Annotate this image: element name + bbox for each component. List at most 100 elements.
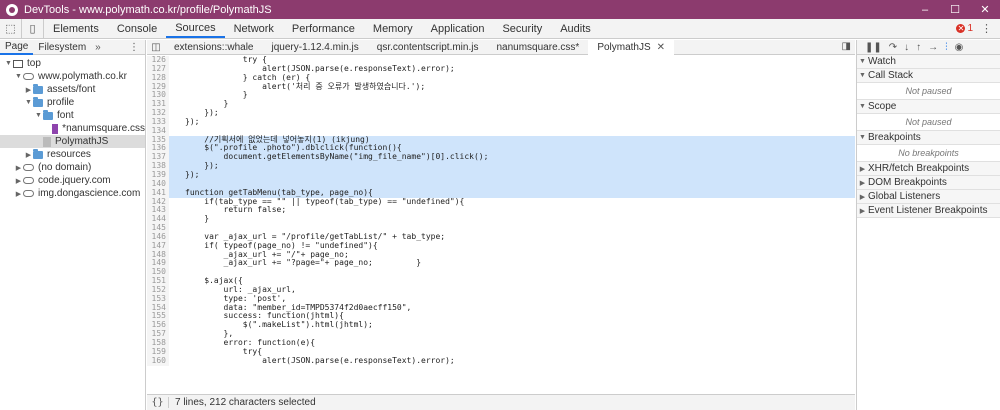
editor-tab[interactable]: jquery-1.12.4.min.js — [263, 40, 368, 55]
navigator-tab-page[interactable]: Page — [0, 40, 34, 55]
navigator-tab-filesystem[interactable]: Filesystem — [33, 40, 91, 55]
tab-console[interactable]: Console — [108, 19, 166, 38]
pretty-print-button[interactable]: {} — [147, 397, 169, 408]
device-toolbar-icon[interactable]: ▯ — [22, 19, 44, 38]
expanded-arrow-icon[interactable]: ▼ — [34, 112, 43, 119]
line-text[interactable]: }); — [169, 170, 855, 180]
section-call-stack[interactable]: ▼ Call Stack — [857, 69, 1000, 83]
tab-audits[interactable]: Audits — [551, 19, 600, 38]
section-global-listeners[interactable]: ▶ Global Listeners — [857, 190, 1000, 204]
toggle-navigator-icon[interactable]: ◫ — [147, 42, 165, 53]
collapsed-arrow-icon[interactable]: ▶ — [24, 86, 33, 94]
devtools-menu-icon[interactable]: ⋮ — [981, 22, 992, 35]
line-text[interactable]: _ajax_url += "?page="+ page_no; } — [169, 259, 855, 268]
close-button[interactable]: ✕ — [970, 0, 1000, 19]
line-text[interactable]: document.getElementsByName("img_file_nam… — [169, 152, 855, 163]
code-line[interactable]: 156 $(".makeList").html(jhtml); — [147, 320, 855, 331]
line-text[interactable] — [169, 268, 855, 277]
line-text[interactable]: }); — [169, 108, 855, 118]
code-line[interactable]: 129 alert('처리 중 오류가 발생하였습니다.'); — [147, 82, 855, 92]
step-over-icon[interactable]: ↷ — [889, 42, 897, 53]
tree-item[interactable]: ▼ top — [0, 57, 145, 70]
collapsed-arrow-icon[interactable]: ▶ — [14, 164, 23, 172]
pause-icon[interactable]: ❚❚ — [865, 42, 882, 53]
tree-item[interactable]: ▶ img.dongascience.com — [0, 187, 145, 200]
tree-item[interactable]: ▶ assets/font — [0, 83, 145, 96]
section-scope[interactable]: ▼ Scope — [857, 100, 1000, 114]
pause-on-exceptions-icon[interactable]: ◉ — [955, 42, 964, 53]
editor-tab[interactable]: qsr.contentscript.min.js — [368, 40, 488, 55]
step-out-icon[interactable]: ↑ — [916, 42, 921, 53]
editor-tab-label: jquery-1.12.4.min.js — [271, 41, 359, 53]
code-line[interactable]: 132 }); — [147, 108, 855, 118]
tab-memory[interactable]: Memory — [364, 19, 422, 38]
tree-item[interactable]: ▼ profile — [0, 96, 145, 109]
section-event-listener-breakpoints[interactable]: ▶ Event Listener Breakpoints — [857, 204, 1000, 218]
tree-item[interactable]: ▶ code.jquery.com — [0, 174, 145, 187]
code-line[interactable]: 143 return false; — [147, 205, 855, 216]
line-text[interactable]: $(".makeList").html(jhtml); — [169, 320, 855, 330]
expanded-arrow-icon[interactable]: ▼ — [4, 60, 13, 67]
line-text[interactable]: error: function(e){ — [169, 338, 855, 348]
maximize-button[interactable]: ☐ — [940, 0, 970, 19]
collapsed-arrow-icon[interactable]: ▶ — [14, 190, 23, 198]
more-tabs-icon[interactable]: » — [91, 42, 105, 53]
collapsed-arrow-icon[interactable]: ▶ — [14, 177, 23, 185]
line-text[interactable]: }); — [169, 117, 855, 127]
code-line[interactable]: 131 } — [147, 99, 855, 110]
collapsed-arrow-icon[interactable]: ▶ — [24, 151, 33, 159]
line-text[interactable]: } — [169, 99, 855, 109]
tab-elements[interactable]: Elements — [44, 19, 108, 38]
tree-item[interactable]: ▶ (no domain) — [0, 161, 145, 174]
line-text[interactable]: alert('처리 중 오류가 발생하였습니다.'); — [169, 82, 855, 92]
error-counter[interactable]: ✕ 1 — [956, 23, 973, 34]
tree-item[interactable]: PolymathJS — [0, 135, 145, 148]
editor-tab[interactable]: nanumsquare.css* — [487, 40, 588, 55]
code-line[interactable]: 160 alert(JSON.parse(e.responseText).err… — [147, 356, 855, 366]
line-number[interactable]: 160 — [147, 356, 169, 366]
tree-item[interactable]: ▶ resources — [0, 148, 145, 161]
step-icon[interactable]: → — [928, 42, 938, 53]
expanded-arrow-icon[interactable]: ▼ — [14, 73, 23, 80]
tree-item[interactable]: ▼ www.polymath.co.kr — [0, 70, 145, 83]
toggle-debugger-icon[interactable]: ◨ — [842, 41, 851, 52]
tree-item-label: img.dongascience.com — [38, 188, 141, 199]
error-count: 1 — [967, 23, 973, 34]
tree-item[interactable]: ▼ font — [0, 109, 145, 122]
section-xhr-fetch-breakpoints[interactable]: ▶ XHR/fetch Breakpoints — [857, 162, 1000, 176]
navigator-menu-icon[interactable]: ⋮ — [129, 42, 145, 53]
code-line[interactable]: 144 } — [147, 214, 855, 225]
section-breakpoints[interactable]: ▼ Breakpoints — [857, 131, 1000, 145]
tree-item[interactable]: *nanumsquare.css — [0, 122, 145, 135]
code-line[interactable]: 137 document.getElementsByName("img_file… — [147, 152, 855, 163]
code-line[interactable]: 138 }); — [147, 161, 855, 171]
close-tab-icon[interactable]: ✕ — [657, 42, 665, 53]
line-text[interactable]: } — [169, 91, 855, 100]
line-text[interactable]: }); — [169, 161, 855, 171]
line-text[interactable]: alert(JSON.parse(e.responseText).error); — [169, 356, 855, 366]
expanded-arrow-icon[interactable]: ▼ — [24, 99, 33, 106]
inspect-element-icon[interactable]: ⬚ — [0, 19, 22, 38]
step-into-icon[interactable]: ↓ — [904, 42, 909, 53]
code-line[interactable]: 149 _ajax_url += "?page="+ page_no; } — [147, 259, 855, 269]
code-line[interactable]: 150 — [147, 267, 855, 278]
code-line[interactable]: 139}); — [147, 170, 855, 180]
section-dom-breakpoints[interactable]: ▶ DOM Breakpoints — [857, 176, 1000, 190]
minimize-button[interactable]: – — [910, 0, 940, 19]
section-placeholder: Not paused — [857, 83, 1000, 100]
line-text[interactable]: return false; — [169, 205, 855, 215]
code-line[interactable]: 133}); — [147, 117, 855, 127]
editor-tab[interactable]: extensions::whale — [165, 40, 263, 55]
line-text[interactable]: } — [169, 214, 855, 224]
section-watch[interactable]: ▼ Watch — [857, 55, 1000, 69]
editor-tab[interactable]: PolymathJS ✕ — [588, 39, 675, 55]
tab-sources[interactable]: Sources — [166, 19, 225, 38]
tab-performance[interactable]: Performance — [283, 19, 364, 38]
tab-security[interactable]: Security — [493, 19, 551, 38]
section-title: Global Listeners — [868, 191, 941, 202]
deactivate-breakpoints-icon[interactable]: ⫶ — [945, 42, 948, 53]
code-line[interactable]: 130 } — [147, 91, 855, 101]
code-area[interactable]: 126 try {127 alert(JSON.parse(e.response… — [147, 56, 855, 394]
tab-network[interactable]: Network — [225, 19, 283, 38]
tab-application[interactable]: Application — [422, 19, 494, 38]
